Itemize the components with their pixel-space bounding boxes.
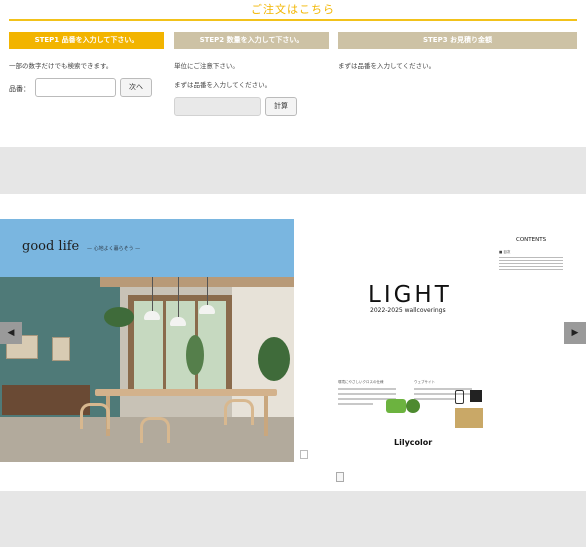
catalog-title: LIGHT [368,282,452,308]
page-list-icon[interactable] [336,472,344,482]
contents-row-label: ■ 目次 [499,250,511,254]
footer-band [0,491,586,547]
step2-enter-note: まずは品番を入力してください。 [174,81,272,89]
contents-title: CONTENTS [516,237,547,243]
catalog-left-page[interactable]: good life — 心地よく暮らそう — [0,219,294,462]
next-button[interactable]: 次へ [120,78,152,97]
contents-row [499,266,563,268]
brand-logo: Lilycolor [394,438,433,447]
contents-row [499,263,563,265]
order-title: ご注文はこちら [251,3,335,16]
next-page-button[interactable]: ▶ [564,322,586,344]
sideboard [2,385,90,415]
dining-table [95,389,277,396]
eco-mark-icon [386,399,406,413]
catalog-viewer[interactable]: good life — 心地よく暮らそう — LIGHT 2022-2025 w… [0,194,586,491]
step2-header: STEP2 数量を入力して下さい。 [174,32,329,49]
separator-band [0,147,586,194]
prev-page-button[interactable]: ◀ [0,322,22,344]
interior-photo [0,277,294,462]
good-life-title: good life [22,239,80,254]
product-code-input[interactable] [35,78,116,97]
step1-header: STEP1 品番を入力して下さい。 [9,32,164,49]
contents-list: ■ 目次 [499,250,563,271]
contents-row: ■ 目次 [499,250,563,255]
step1-note: 一部の数字だけでも検索できます。 [9,62,113,70]
good-life-subtitle: — 心地よく暮らそう — [87,246,141,252]
product-code-label: 品番： [9,85,30,93]
order-divider [9,19,577,21]
pendant-lamp [144,311,160,320]
pendant-lamp [199,305,215,314]
smartphone-icon [455,390,464,404]
order-header: ご注文はこちら [0,0,586,22]
contents-row [499,260,563,262]
pendant-lamp [170,317,186,326]
catalog-subtitle: 2022-2025 wallcoverings [370,307,446,314]
step3-note: まずは品番を入力してください。 [338,62,436,70]
calculate-button[interactable]: 計算 [265,97,297,116]
qr-code-icon [470,390,482,402]
green-mark-icon [406,399,420,413]
eco-info-title: 環境にやさしいクロスの仕様 [338,380,384,384]
step2-unit-note: 単位にご注意下さい。 [174,62,239,70]
step3-header: STEP3 お見積り金額 [338,32,577,49]
page-thumbnail-icon[interactable] [300,450,308,459]
website-info-title: ウェブサイト [414,380,435,384]
quantity-input[interactable] [174,97,261,116]
contents-row [499,269,563,271]
sample-swatch [455,408,483,428]
contents-row [499,257,563,259]
